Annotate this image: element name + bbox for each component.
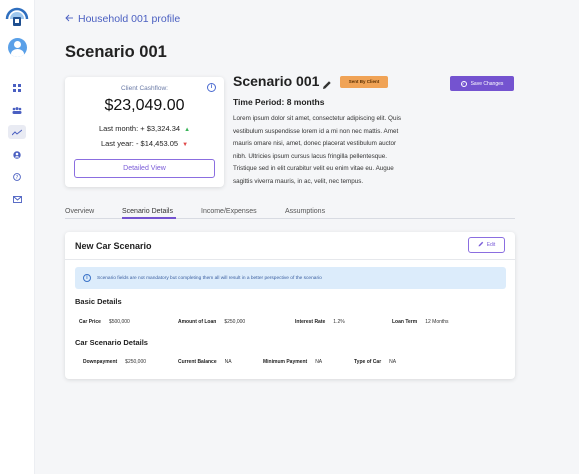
interest-rate-field: Interest Rate 1.2% bbox=[295, 319, 345, 325]
pencil-icon bbox=[478, 241, 484, 249]
people-icon[interactable] bbox=[8, 103, 26, 117]
field-label: Downpayment bbox=[83, 359, 118, 365]
cashflow-amount: $23,049.00 bbox=[104, 97, 185, 114]
back-link[interactable]: Household 001 profile bbox=[65, 13, 180, 25]
field-value: 12 Months bbox=[425, 319, 449, 325]
minimum-payment-field: Minimum Payment NA bbox=[263, 359, 322, 365]
description-line: nibh. Ultricies ipsum cursus lacus fring… bbox=[233, 152, 387, 160]
field-value: $500,000 bbox=[108, 319, 130, 325]
type-of-car-field: Type of Car NA bbox=[354, 359, 396, 365]
arrow-down-icon: ▼ bbox=[182, 142, 189, 148]
field-label: Car Price bbox=[79, 319, 101, 325]
info-icon: i bbox=[83, 274, 91, 282]
dashboard-icon[interactable] bbox=[8, 81, 26, 95]
field-label: Interest Rate bbox=[295, 319, 326, 325]
description-line: sagittis viverra mauris, in ac, velit, n… bbox=[233, 177, 364, 185]
back-link-label: Household 001 profile bbox=[78, 13, 181, 25]
field-value: $250,000 bbox=[224, 319, 246, 325]
last-year-change: Last year: - $14,453.05 ▼ bbox=[65, 139, 224, 148]
last-month-text: Last month: + $3,324.34 bbox=[98, 124, 181, 133]
field-label: Loan Term bbox=[392, 319, 418, 325]
scenario-title: Scenario 001 bbox=[233, 73, 320, 89]
last-year-text: Last year: - $14,453.05 bbox=[100, 139, 179, 148]
description-line: mauris omare nisi, amet, donec placerat … bbox=[233, 140, 397, 147]
scenario-details-card: New Car Scenario Edit i Scenario fields … bbox=[65, 232, 515, 379]
arrow-left-icon bbox=[65, 13, 73, 25]
tab-scenario-details[interactable]: Scenario Details bbox=[122, 208, 173, 215]
edit-pencil-icon[interactable] bbox=[322, 77, 332, 95]
amount-of-loan-field: Amount of Loan $250,000 bbox=[178, 319, 245, 325]
field-value: $250,000 bbox=[125, 359, 147, 365]
downpayment-field: Downpayment $250,000 bbox=[83, 359, 146, 365]
svg-text:?: ? bbox=[16, 175, 19, 181]
save-changes-button[interactable]: ✓ Save Changes bbox=[450, 76, 514, 91]
arrow-up-icon: ▲ bbox=[184, 127, 191, 133]
description-line: Lorem ipsum dolor sit amet, consectetur … bbox=[233, 115, 401, 122]
detailed-view-button[interactable]: Detailed View bbox=[74, 159, 215, 178]
tab-income-expenses[interactable]: Income/Expenses bbox=[201, 208, 257, 215]
field-value: 1.2% bbox=[333, 319, 345, 325]
app-logo-icon[interactable] bbox=[5, 5, 29, 27]
field-value: NA bbox=[315, 359, 323, 365]
info-banner: i Scenario fields are not mandatory but … bbox=[75, 267, 506, 289]
description-line: vestibulum suspendisse lorem id a mi non… bbox=[233, 127, 399, 135]
card-title: New Car Scenario bbox=[75, 241, 152, 251]
info-icon[interactable]: i bbox=[207, 83, 216, 92]
field-label: Minimum Payment bbox=[263, 359, 308, 365]
help-icon[interactable]: ? bbox=[8, 170, 26, 184]
time-period: Time Period: 8 months bbox=[233, 97, 325, 107]
field-label: Current Balance bbox=[178, 359, 217, 365]
tab-assumptions[interactable]: Assumptions bbox=[285, 208, 325, 215]
cashflow-card: Client Cashflow: i $23,049.00 Last month… bbox=[65, 77, 224, 187]
page-title: Scenario 001 bbox=[65, 43, 167, 61]
field-label: Type of Car bbox=[354, 359, 382, 365]
status-badge: Sent By Client bbox=[340, 76, 388, 88]
last-month-change: Last month: + $3,324.34 ▲ bbox=[65, 124, 224, 133]
car-price-field: Car Price $500,000 bbox=[79, 319, 130, 325]
save-changes-label: Save Changes bbox=[470, 80, 504, 87]
basic-details-title: Basic Details bbox=[75, 297, 122, 306]
car-scenario-details-title: Car Scenario Details bbox=[75, 338, 148, 347]
user-avatar[interactable] bbox=[8, 38, 27, 57]
current-balance-field: Current Balance NA bbox=[178, 359, 232, 365]
field-value: NA bbox=[224, 359, 232, 365]
info-banner-text: Scenario fields are not mandatory but co… bbox=[97, 275, 322, 281]
description-line: Tristique sed in elit curabitur velit eu… bbox=[233, 165, 394, 172]
scenario-description: Lorem ipsum dolor sit amet, consectetur … bbox=[233, 113, 433, 188]
check-circle-icon: ✓ bbox=[460, 80, 467, 87]
field-label: Amount of Loan bbox=[178, 319, 217, 325]
account-icon[interactable] bbox=[8, 148, 26, 162]
field-value: NA bbox=[389, 359, 397, 365]
tab-overview[interactable]: Overview bbox=[65, 208, 94, 215]
cashflow-label: Client Cashflow: bbox=[121, 85, 168, 92]
edit-label: Edit bbox=[486, 242, 496, 248]
edit-button[interactable]: Edit bbox=[468, 237, 505, 253]
active-tab-indicator bbox=[122, 217, 176, 219]
loan-term-field: Loan Term 12 Months bbox=[392, 319, 449, 325]
mail-icon[interactable] bbox=[8, 192, 26, 206]
sidebar: ? bbox=[0, 0, 35, 474]
trend-icon[interactable] bbox=[8, 125, 26, 139]
card-header: New Car Scenario Edit bbox=[65, 232, 515, 260]
